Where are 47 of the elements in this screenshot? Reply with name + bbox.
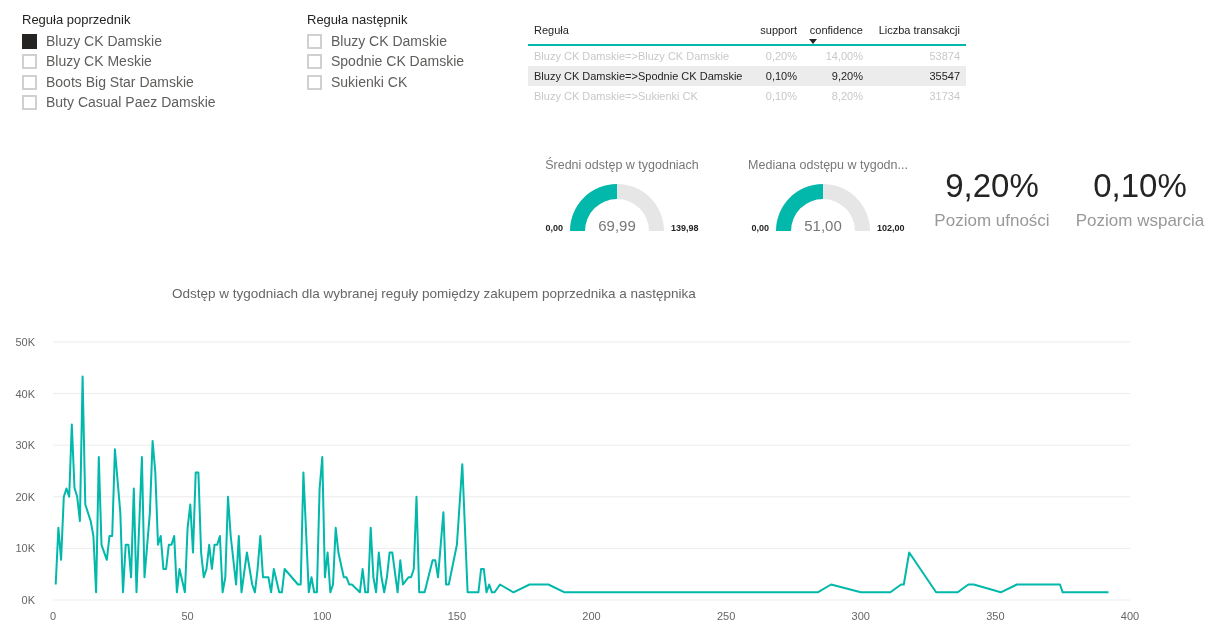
column-header[interactable]: support: [760, 22, 797, 39]
slicer-title: Reguła poprzednik: [22, 11, 132, 29]
table-row[interactable]: Bluzy CK Damskie=>Spodnie CK Damskie 0,10% 9,20% 35547: [528, 66, 966, 86]
x-axis-label: 300: [851, 610, 870, 622]
slicer-item[interactable]: Buty Casual Paez Damskie: [46, 92, 216, 114]
column-header[interactable]: confidence: [809, 22, 863, 39]
chart-title: Odstęp w tygodniach dla wybranej reguły pomiędzy zakupem poprzednika a następnika: [172, 285, 697, 303]
kpi-label: Poziom ufności: [934, 210, 1050, 232]
x-axis-label: 0: [49, 610, 57, 622]
gauge-min-label: 0,00: [545, 221, 563, 235]
gauge-max-label: 102,00: [877, 221, 905, 235]
gauge-value: 51,00: [804, 216, 842, 236]
x-axis-label: 400: [1120, 610, 1140, 622]
gauge-max-label: 139,98: [671, 221, 699, 235]
slicer-item[interactable]: Bluzy CK Damskie: [46, 30, 162, 52]
y-axis-label: 50K: [15, 336, 35, 348]
x-axis-label: 100: [313, 610, 332, 622]
gauge-title: Średni odstęp w tygodniach: [545, 156, 699, 174]
x-axis-label: 250: [716, 610, 736, 622]
y-axis-label: 40K: [15, 387, 35, 400]
x-axis-label: 50: [181, 610, 194, 622]
gauge-title: Mediana odstępu w tygodn...: [748, 157, 908, 174]
y-axis-label: 10K: [15, 542, 35, 555]
table-cell-text: 35547: [928, 68, 961, 84]
slicer-item[interactable]: Bluzy CK Damskie: [331, 30, 447, 52]
x-axis-label: 150: [447, 610, 467, 622]
checkbox[interactable]: [22, 33, 37, 49]
kpi-label: Poziom wsparcia: [1075, 210, 1205, 232]
slicer-item[interactable]: Bluzy CK Meskie: [46, 51, 152, 73]
y-axis-label: 30K: [15, 439, 35, 452]
kpi-value: 0,10%: [1093, 166, 1187, 206]
y-axis-label: 0K: [21, 594, 35, 606]
column-header[interactable]: Liczba transakcji: [878, 22, 960, 39]
column-header[interactable]: Reguła: [534, 22, 569, 39]
table-cell-text: 9,20%: [830, 68, 864, 84]
x-axis-label: 200: [582, 610, 601, 622]
table-cell-text: 0,10%: [764, 68, 798, 84]
x-axis-label: 350: [986, 610, 1005, 622]
slicer-title: Reguła następnik: [307, 11, 409, 29]
kpi-value: 9,20%: [945, 166, 1039, 206]
gauge-value: 69,99: [598, 216, 636, 236]
slicer-item[interactable]: Boots Big Star Damskie: [46, 71, 194, 93]
slicer-item[interactable]: Sukienki CK: [331, 71, 408, 93]
slicer-item[interactable]: Spodnie CK Damskie: [331, 51, 465, 73]
gauge-min-label: 0,00: [751, 221, 769, 235]
table-cell-text: Bluzy CK Damskie=>Spodnie CK Damskie: [533, 68, 744, 84]
y-axis-label: 20K: [15, 490, 35, 503]
